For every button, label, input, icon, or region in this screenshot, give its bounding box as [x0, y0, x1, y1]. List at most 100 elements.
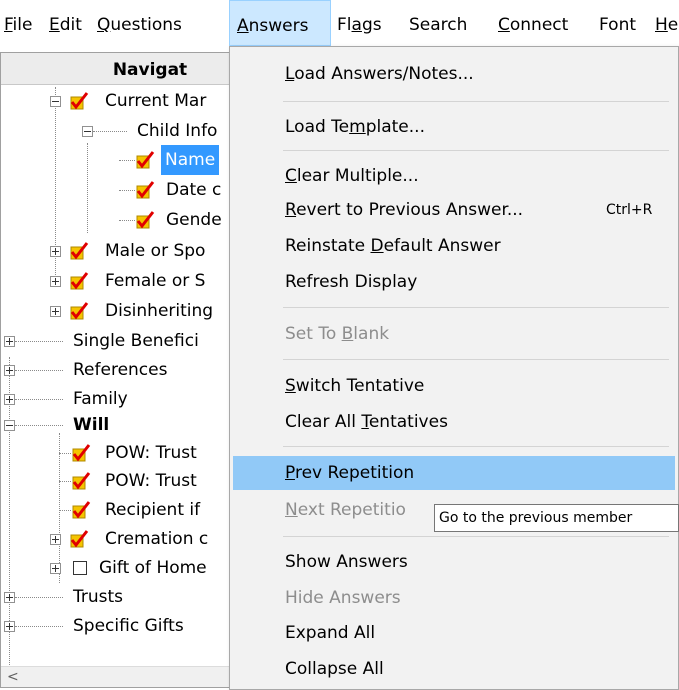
tree-row-pow-trust[interactable]: POW: Trust	[1, 438, 239, 468]
collapse-icon[interactable]	[50, 96, 61, 107]
tree-label: POW: Trust	[105, 443, 197, 463]
menu-search[interactable]: Search	[408, 0, 468, 46]
expand-icon[interactable]	[50, 563, 61, 574]
tree-row-date[interactable]: Date c	[1, 175, 239, 205]
tree-guide	[59, 510, 71, 511]
menu-item-hide-answers: Hide Answers	[285, 588, 401, 608]
horizontal-scrollbar[interactable]: <	[1, 666, 239, 687]
tree-label: POW: Trust	[105, 471, 197, 491]
menu-questions[interactable]: Questions	[96, 0, 183, 46]
menu-flags[interactable]: Flags	[336, 0, 383, 46]
answers-menu: Load Answers/Notes... Load Template... C…	[229, 46, 679, 690]
menu-connect[interactable]: Connect	[497, 0, 569, 46]
expand-icon[interactable]	[4, 365, 15, 376]
tree-label: Male or Spo	[105, 241, 206, 261]
checked-icon	[71, 500, 91, 520]
tree-row-cremation[interactable]: Cremation c	[1, 524, 239, 554]
tree-row-specific-gifts[interactable]: Specific Gifts	[1, 611, 239, 641]
scroll-left-icon[interactable]: <	[7, 667, 19, 687]
checked-icon	[71, 471, 91, 491]
menu-item-revert[interactable]: Revert to Previous Answer... Ctrl+R	[230, 193, 674, 227]
tree-guide	[15, 370, 63, 371]
checked-icon	[69, 271, 89, 291]
expand-icon[interactable]	[50, 276, 61, 287]
menu-separator	[283, 150, 669, 151]
tree-row-disinheriting[interactable]: Disinheriting	[1, 296, 239, 326]
menu-separator	[283, 101, 669, 102]
tree-guide	[15, 425, 63, 426]
tree-label: Female or S	[105, 271, 206, 291]
menu-font[interactable]: Font	[598, 0, 637, 46]
unchecked-checkbox-icon[interactable]	[73, 561, 87, 575]
menu-item-switch-tentative[interactable]: Switch Tentative	[230, 369, 674, 403]
tree-row-female-or-spouse[interactable]: Female or S	[1, 266, 239, 296]
tree-row-single-beneficiary[interactable]: Single Benefici	[1, 326, 239, 356]
navigator-tree[interactable]: Navigat Current Mar Child Info Name Date…	[0, 52, 240, 688]
checked-icon	[135, 210, 155, 230]
checked-icon	[69, 301, 89, 321]
tree-guide	[119, 190, 135, 191]
tree-label: Cremation c	[105, 529, 209, 549]
checked-icon	[135, 180, 155, 200]
expand-icon[interactable]	[50, 534, 61, 545]
menu-item-prev-repetition[interactable]: Prev Repetition	[233, 456, 675, 490]
tree-label: Recipient if	[105, 500, 201, 520]
tree-row-gender[interactable]: Gende	[1, 205, 239, 235]
tree-guide	[119, 160, 135, 161]
collapse-icon[interactable]	[4, 420, 15, 431]
menu-item-expand-all[interactable]: Expand All	[230, 616, 674, 650]
tree-row-male-or-spouse[interactable]: Male or Spo	[1, 236, 239, 266]
tree-label: Child Info	[137, 121, 218, 141]
tree-label: Gift of Home	[99, 558, 207, 578]
menu-file[interactable]: File	[3, 0, 33, 46]
tree-row-name[interactable]: Name	[1, 145, 239, 175]
menu-item-load-template[interactable]: Load Template...	[230, 110, 674, 144]
menu-item-show-answers[interactable]: Show Answers	[230, 545, 674, 579]
menu-separator	[283, 446, 669, 447]
menu-item-clear-multiple[interactable]: Clear Multiple...	[230, 159, 674, 193]
tree-label: Trusts	[73, 587, 124, 607]
expand-icon[interactable]	[4, 592, 15, 603]
menu-separator	[283, 307, 669, 308]
tree-row-pow-trust[interactable]: POW: Trust	[1, 466, 239, 496]
tree-label-selected: Name	[161, 145, 220, 175]
tree-row-references[interactable]: References	[1, 355, 239, 385]
tree-row-will[interactable]: Will	[1, 410, 239, 440]
expand-icon[interactable]	[4, 621, 15, 632]
checked-icon	[71, 443, 91, 463]
checked-icon	[69, 91, 89, 111]
menu-answers[interactable]: Answers	[229, 0, 331, 46]
tree-header: Navigat	[1, 53, 239, 85]
expand-icon[interactable]	[4, 336, 15, 347]
tree-row-child-info[interactable]: Child Info	[1, 116, 239, 146]
menu-item-load-answers[interactable]: Load Answers/Notes...	[230, 57, 674, 91]
tooltip: Go to the previous member	[434, 504, 679, 532]
tree-guide	[59, 481, 71, 482]
tree-row-trusts[interactable]: Trusts	[1, 582, 239, 612]
menu-item-reinstate-default[interactable]: Reinstate Default Answer	[230, 229, 674, 263]
expand-icon[interactable]	[50, 246, 61, 257]
tree-label: Single Benefici	[73, 331, 199, 351]
menu-help[interactable]: He	[654, 0, 679, 46]
collapse-icon[interactable]	[82, 126, 93, 137]
tree-guide	[119, 220, 135, 221]
tree-guide	[15, 399, 63, 400]
tree-row-recipient[interactable]: Recipient if	[1, 495, 239, 525]
menu-item-clear-all-tentatives[interactable]: Clear All Tentatives	[230, 405, 674, 439]
tree-row-current-marriage[interactable]: Current Mar	[1, 86, 239, 116]
menu-edit[interactable]: Edit	[48, 0, 83, 46]
menu-separator	[283, 536, 669, 537]
checked-icon	[69, 529, 89, 549]
tree-label: Will	[73, 415, 110, 435]
menu-item-collapse-all[interactable]: Collapse All	[230, 652, 674, 686]
tree-row-gift-of-home[interactable]: Gift of Home	[1, 553, 239, 583]
expand-icon[interactable]	[4, 394, 15, 405]
tree-label: References	[73, 360, 168, 380]
shortcut-label: Ctrl+R	[606, 202, 653, 218]
tree-label: Current Mar	[105, 91, 207, 111]
tree-guide	[59, 453, 71, 454]
expand-icon[interactable]	[50, 306, 61, 317]
tree-guide	[93, 131, 127, 132]
tree-label: Specific Gifts	[73, 616, 184, 636]
menu-item-refresh-display[interactable]: Refresh Display	[230, 265, 674, 299]
